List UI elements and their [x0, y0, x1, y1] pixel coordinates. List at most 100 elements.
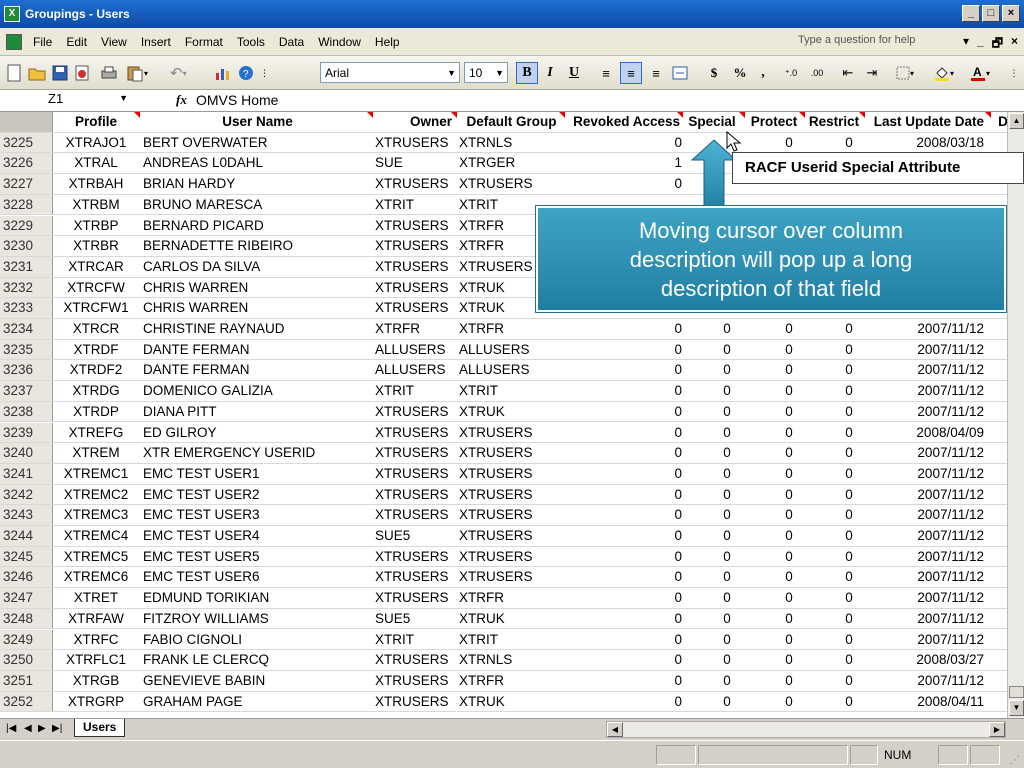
cell-user-name[interactable]: EMC TEST USER3: [140, 505, 372, 525]
cell-last-update[interactable]: 2007/11/12: [864, 609, 990, 629]
cell-user-name[interactable]: BRUNO MARESCA: [140, 195, 372, 215]
cell-special[interactable]: 0: [682, 423, 742, 443]
cell-owner[interactable]: XTRUSERS: [372, 133, 456, 153]
cell-restrict[interactable]: 0: [804, 609, 864, 629]
cell-default-group[interactable]: XTRUSERS: [456, 174, 564, 194]
cell-special[interactable]: 0: [682, 443, 742, 463]
next-sheet-icon[interactable]: ▶: [38, 723, 46, 734]
scroll-down-icon[interactable]: ▼: [1009, 700, 1024, 716]
scroll-up-icon[interactable]: ▲: [1009, 113, 1024, 129]
cell-revoked[interactable]: 0: [564, 464, 682, 484]
table-row[interactable]: 3235 XTRDF DANTE FERMAN ALLUSERS ALLUSERS 0 0 0…: [0, 339, 1016, 361]
cell-profile[interactable]: XTRDG: [53, 381, 139, 401]
table-row[interactable]: 3249 XTRFC FABIO CIGNOLI XTRIT XTRIT 0 0 0 0 2007…: [0, 629, 1016, 651]
cell-owner[interactable]: XTRUSERS: [372, 278, 456, 298]
menu-format[interactable]: Format: [178, 35, 230, 49]
cell-last-update[interactable]: 2007/11/12: [864, 588, 990, 608]
cell-profile[interactable]: XTRET: [53, 588, 139, 608]
font-size-select[interactable]: 10 ▼: [464, 62, 508, 83]
cell-default-group[interactable]: XTRUK: [456, 692, 564, 712]
cell-profile[interactable]: XTRCR: [53, 319, 139, 339]
table-row[interactable]: 3245 XTREMC5 EMC TEST USER5 XTRUSERS XTRUSER…: [0, 546, 1016, 568]
scroll-right-icon[interactable]: ▶: [989, 722, 1005, 737]
cell-profile[interactable]: XTRAL: [53, 153, 139, 173]
cell-profile[interactable]: XTREMC2: [53, 485, 139, 505]
cell-restrict[interactable]: 0: [804, 485, 864, 505]
cell-restrict[interactable]: 0: [804, 133, 864, 153]
col-header-owner[interactable]: Owner: [372, 112, 456, 132]
cell-profile[interactable]: XTRCFW: [53, 278, 139, 298]
cell-user-name[interactable]: CHRIS WARREN: [140, 298, 372, 318]
cell-restrict[interactable]: 0: [804, 567, 864, 587]
cell-last-update[interactable]: 2007/11/12: [864, 464, 990, 484]
table-row[interactable]: 3236 XTRDF2 DANTE FERMAN ALLUSERS ALLUSERS 0 0…: [0, 360, 1016, 382]
undo-icon[interactable]: ↶ ▾: [170, 62, 187, 84]
save-icon[interactable]: [52, 62, 68, 84]
cell-revoked[interactable]: 0: [564, 630, 682, 650]
cell-restrict[interactable]: 0: [804, 671, 864, 691]
table-row[interactable]: 3248 XTRFAW FITZROY WILLIAMS SUE5 XTRUK 0 0 0 0 2…: [0, 608, 1016, 630]
cell-user-name[interactable]: CHRISTINE RAYNAUD: [140, 319, 372, 339]
cell-protect[interactable]: 0: [744, 567, 804, 587]
insert-function-icon[interactable]: fx: [176, 92, 187, 108]
cell-owner[interactable]: XTRUSERS: [372, 174, 456, 194]
table-row[interactable]: 3244 XTREMC4 EMC TEST USER4 SUE5 XTRUSERS 0 0 0…: [0, 526, 1016, 547]
cell-revoked[interactable]: 0: [564, 402, 682, 422]
col-header-last-update[interactable]: Last Update Date: [864, 112, 990, 132]
table-row[interactable]: 3246 XTREMC6 EMC TEST USER6 XTRUSERS XTRUSER…: [0, 567, 1016, 589]
cell-restrict[interactable]: 0: [804, 381, 864, 401]
cell-profile[interactable]: XTREMC5: [53, 547, 139, 567]
table-row[interactable]: 3252 XTRGRP GRAHAM PAGE XTRUSERS XTRUK 0 0 0 0 20…: [0, 691, 1016, 713]
cell-default-group[interactable]: ALLUSERS: [456, 340, 564, 360]
row-number[interactable]: 3228: [0, 194, 53, 215]
workbook-icon[interactable]: [6, 33, 22, 50]
cell-protect[interactable]: 0: [744, 443, 804, 463]
cell-last-update[interactable]: 2008/04/11: [864, 692, 990, 712]
bold-button[interactable]: B: [516, 62, 538, 84]
cell-user-name[interactable]: ED GILROY: [140, 423, 372, 443]
cell-protect[interactable]: 0: [744, 402, 804, 422]
close-button[interactable]: ×: [1002, 5, 1020, 22]
cell-restrict[interactable]: 0: [804, 692, 864, 712]
cell-last-update[interactable]: 2007/11/12: [864, 402, 990, 422]
row-number[interactable]: 3245: [0, 546, 53, 567]
cell-protect[interactable]: 0: [744, 630, 804, 650]
vertical-scrollbar[interactable]: ▲ ▼: [1007, 112, 1024, 718]
cell-user-name[interactable]: ANDREAS L0DAHL: [140, 153, 372, 173]
table-row[interactable]: 3247 XTRET EDMUND TORIKIAN XTRUSERS XTRFR 0 0 0…: [0, 588, 1016, 609]
cell-owner[interactable]: XTRUSERS: [372, 567, 456, 587]
cell-profile[interactable]: XTRCAR: [53, 257, 139, 277]
cell-special[interactable]: 0: [682, 609, 742, 629]
cell-user-name[interactable]: EMC TEST USER4: [140, 526, 372, 546]
cell-protect[interactable]: 0: [744, 464, 804, 484]
sheet-tab-users[interactable]: Users: [74, 719, 126, 737]
cell-restrict[interactable]: 0: [804, 464, 864, 484]
cell-special[interactable]: 0: [682, 588, 742, 608]
cell-last-update[interactable]: 2007/11/12: [864, 505, 990, 525]
restore-button[interactable]: □: [982, 5, 1000, 22]
percent-button[interactable]: %: [732, 62, 748, 84]
col-header-default-group[interactable]: Default Group: [456, 112, 564, 132]
cell-revoked[interactable]: 0: [564, 485, 682, 505]
cell-default-group[interactable]: XTRUSERS: [456, 547, 564, 567]
row-number[interactable]: 3250: [0, 650, 53, 670]
cell-user-name[interactable]: BERNADETTE RIBEIRO: [140, 236, 372, 256]
cell-default-group[interactable]: XTRUSERS: [456, 567, 564, 587]
cell-user-name[interactable]: EMC TEST USER5: [140, 547, 372, 567]
cell-protect[interactable]: 0: [744, 547, 804, 567]
increase-indent-icon[interactable]: ⇥: [862, 62, 882, 84]
align-left-icon[interactable]: ≡: [596, 62, 616, 84]
cell-profile[interactable]: XTREMC1: [53, 464, 139, 484]
name-box[interactable]: Z1 ▼: [6, 91, 136, 110]
cell-special[interactable]: 0: [682, 360, 742, 380]
menu-edit[interactable]: Edit: [59, 35, 94, 49]
cell-restrict[interactable]: 0: [804, 443, 864, 463]
row-number[interactable]: 3235: [0, 339, 53, 360]
cell-protect[interactable]: 0: [744, 692, 804, 712]
chart-wizard-icon[interactable]: [214, 62, 232, 84]
cell-default-group[interactable]: XTRNLS: [456, 133, 564, 153]
cell-restrict[interactable]: 0: [804, 402, 864, 422]
cell-profile[interactable]: XTRAJO1: [53, 133, 139, 153]
cell-last-update[interactable]: 2007/11/12: [864, 526, 990, 546]
align-center-icon[interactable]: ≡: [620, 62, 642, 84]
